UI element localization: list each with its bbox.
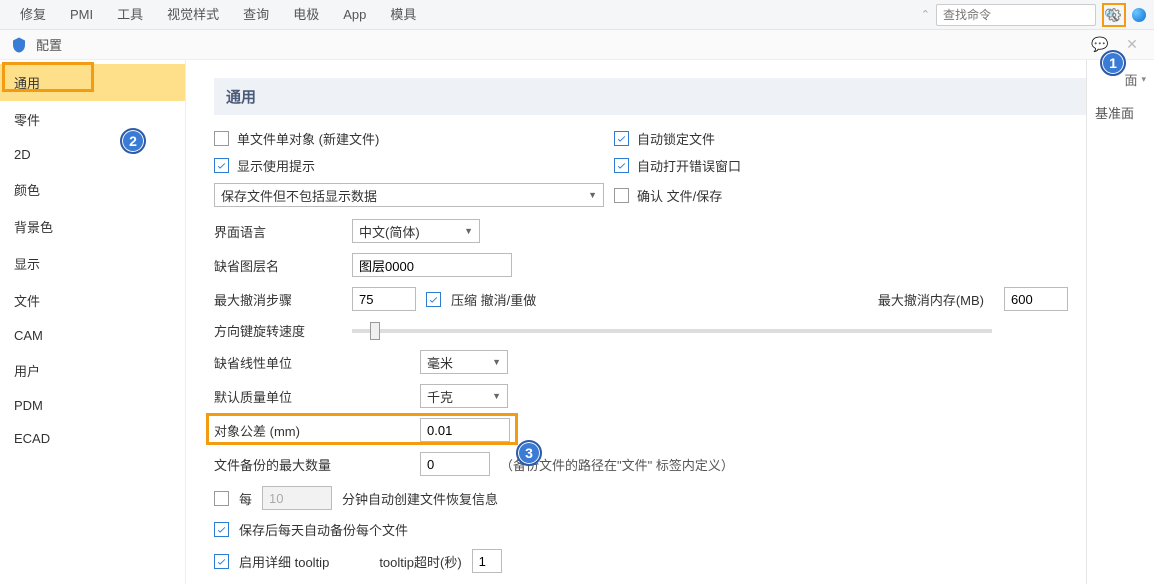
label-max-undo: 最大撤消步骤 bbox=[214, 290, 342, 309]
sidebar-item-display[interactable]: 显示 bbox=[0, 245, 185, 282]
menu-query[interactable]: 查询 bbox=[231, 0, 281, 30]
menu-bar: 修复 PMI 工具 视觉样式 查询 电极 App 模具 ⌃ 🔍 bbox=[0, 0, 1154, 30]
menu-app[interactable]: App bbox=[331, 0, 378, 30]
input-default-layer[interactable] bbox=[352, 253, 512, 277]
label-compress-undo: 压缩 撤消/重做 bbox=[451, 290, 536, 309]
label-arrow-rot-speed: 方向键旋转速度 bbox=[214, 321, 342, 340]
section-title-general: 通用 bbox=[214, 78, 1108, 115]
input-obj-tol[interactable] bbox=[420, 418, 510, 442]
checkbox-compress-undo[interactable] bbox=[426, 292, 441, 307]
label-max-undo-mem: 最大撤消内存(MB) bbox=[878, 290, 984, 309]
checkbox-single-file-obj[interactable] bbox=[214, 131, 229, 146]
dropdown-linear-unit-value: 毫米 bbox=[427, 353, 453, 372]
dropdown-ui-lang[interactable]: 中文(简体) ▼ bbox=[352, 219, 480, 243]
menu-electrode[interactable]: 电极 bbox=[281, 0, 331, 30]
dropdown-save-mode[interactable]: 保存文件但不包括显示数据 ▼ bbox=[214, 183, 604, 207]
label-show-hints: 显示使用提示 bbox=[237, 156, 315, 175]
label-auto-lock: 自动锁定文件 bbox=[637, 129, 715, 148]
config-app-icon bbox=[10, 36, 28, 54]
dropdown-ui-lang-value: 中文(简体) bbox=[359, 222, 420, 241]
caret-down-icon: ▼ bbox=[588, 190, 597, 200]
checkbox-confirm-save[interactable] bbox=[614, 188, 629, 203]
slider-thumb[interactable] bbox=[370, 322, 380, 340]
label-confirm-save: 确认 文件/保存 bbox=[637, 186, 722, 205]
dropdown-save-mode-value: 保存文件但不包括显示数据 bbox=[221, 186, 377, 205]
menu-pmi[interactable]: PMI bbox=[58, 0, 105, 30]
label-ui-lang: 界面语言 bbox=[214, 222, 342, 241]
menu-visual-style[interactable]: 视觉样式 bbox=[155, 0, 231, 30]
callout-3: 3 bbox=[516, 440, 542, 466]
config-main: 通用 零件 2D 颜色 背景色 显示 文件 CAM 用户 PDM ECAD 通用… bbox=[0, 60, 1154, 584]
caret-down-icon: ▼ bbox=[464, 226, 473, 236]
chevron-up-icon[interactable]: ⌃ bbox=[921, 8, 930, 21]
right-pane-label[interactable]: 基准面 bbox=[1087, 93, 1154, 132]
label-auto-open-err: 自动打开错误窗口 bbox=[637, 156, 741, 175]
gear-icon bbox=[1107, 8, 1121, 22]
input-max-undo[interactable] bbox=[352, 287, 416, 311]
sidebar-item-file[interactable]: 文件 bbox=[0, 282, 185, 319]
label-default-layer: 缺省图层名 bbox=[214, 256, 342, 275]
search-command-input[interactable] bbox=[937, 8, 1104, 22]
sidebar-item-user[interactable]: 用户 bbox=[0, 352, 185, 389]
label-save-backup-daily: 保存后每天自动备份每个文件 bbox=[239, 520, 408, 539]
checkbox-every-min[interactable] bbox=[214, 491, 229, 506]
menu-tools[interactable]: 工具 bbox=[105, 0, 155, 30]
sidebar-item-pdm[interactable]: PDM bbox=[0, 389, 185, 422]
sidebar-item-general[interactable]: 通用 bbox=[0, 64, 185, 101]
caret-down-icon: ▼ bbox=[492, 391, 501, 401]
search-command-wrap: 🔍 bbox=[936, 4, 1096, 26]
dropdown-linear-unit[interactable]: 毫米 ▼ bbox=[420, 350, 508, 374]
label-obj-tol: 对象公差 (mm) bbox=[214, 421, 410, 440]
label-single-file-obj: 单文件单对象 (新建文件) bbox=[237, 129, 379, 148]
sidebar-item-bgcolor[interactable]: 背景色 bbox=[0, 208, 185, 245]
slider-arrow-rot-speed[interactable] bbox=[352, 329, 992, 333]
right-pane-tab[interactable]: 面 bbox=[1124, 70, 1137, 89]
close-icon[interactable]: ✕ bbox=[1120, 36, 1144, 53]
config-window-header: 配置 💬 ✕ bbox=[0, 30, 1154, 60]
sidebar-item-color[interactable]: 颜色 bbox=[0, 171, 185, 208]
settings-gear-button[interactable] bbox=[1102, 3, 1126, 27]
menu-mold[interactable]: 模具 bbox=[378, 0, 428, 30]
caret-down-icon: ▼ bbox=[492, 357, 501, 367]
checkbox-show-hints[interactable] bbox=[214, 158, 229, 173]
sidebar-item-part[interactable]: 零件 bbox=[0, 101, 185, 138]
label-default-linear-unit: 缺省线性单位 bbox=[214, 353, 410, 372]
input-max-backups[interactable] bbox=[420, 452, 490, 476]
label-enable-tooltip: 启用详细 tooltip bbox=[239, 552, 329, 571]
label-every: 每 bbox=[239, 489, 252, 508]
caret-down-icon: ▾ bbox=[1141, 74, 1146, 85]
label-auto-recover-suffix: 分钟自动创建文件恢复信息 bbox=[342, 489, 498, 508]
input-every-min bbox=[262, 486, 332, 510]
checkbox-auto-lock[interactable] bbox=[614, 131, 629, 146]
label-default-mass-unit: 默认质量单位 bbox=[214, 387, 410, 406]
config-content: 通用 单文件单对象 (新建文件) 自动锁定文件 显示使用提示 bbox=[186, 60, 1154, 584]
input-max-undo-mem[interactable] bbox=[1004, 287, 1068, 311]
form-area: 单文件单对象 (新建文件) 自动锁定文件 显示使用提示 自动打开错误窗口 bbox=[214, 129, 1108, 573]
dropdown-mass-unit[interactable]: 千克 ▼ bbox=[420, 384, 508, 408]
dropdown-mass-unit-value: 千克 bbox=[427, 387, 453, 406]
input-tooltip-delay[interactable] bbox=[472, 549, 502, 573]
sidebar-item-2d[interactable]: 2D bbox=[0, 138, 185, 171]
sidebar-item-cam[interactable]: CAM bbox=[0, 319, 185, 352]
label-tooltip-delay: tooltip超时(秒) bbox=[379, 552, 461, 571]
config-sidebar: 通用 零件 2D 颜色 背景色 显示 文件 CAM 用户 PDM ECAD bbox=[0, 60, 186, 584]
globe-icon[interactable] bbox=[1132, 8, 1146, 22]
checkbox-enable-tooltip[interactable] bbox=[214, 554, 229, 569]
checkbox-auto-open-err[interactable] bbox=[614, 158, 629, 173]
checkbox-save-backup-daily[interactable] bbox=[214, 522, 229, 537]
config-window-title: 配置 bbox=[36, 35, 62, 54]
callout-1: 1 bbox=[1100, 50, 1126, 76]
menu-repair[interactable]: 修复 bbox=[8, 0, 58, 30]
callout-2: 2 bbox=[120, 128, 146, 154]
sidebar-item-ecad[interactable]: ECAD bbox=[0, 422, 185, 455]
right-side-panel: 面 ▾ 基准面 bbox=[1086, 60, 1154, 584]
label-max-backups: 文件备份的最大数量 bbox=[214, 455, 410, 474]
